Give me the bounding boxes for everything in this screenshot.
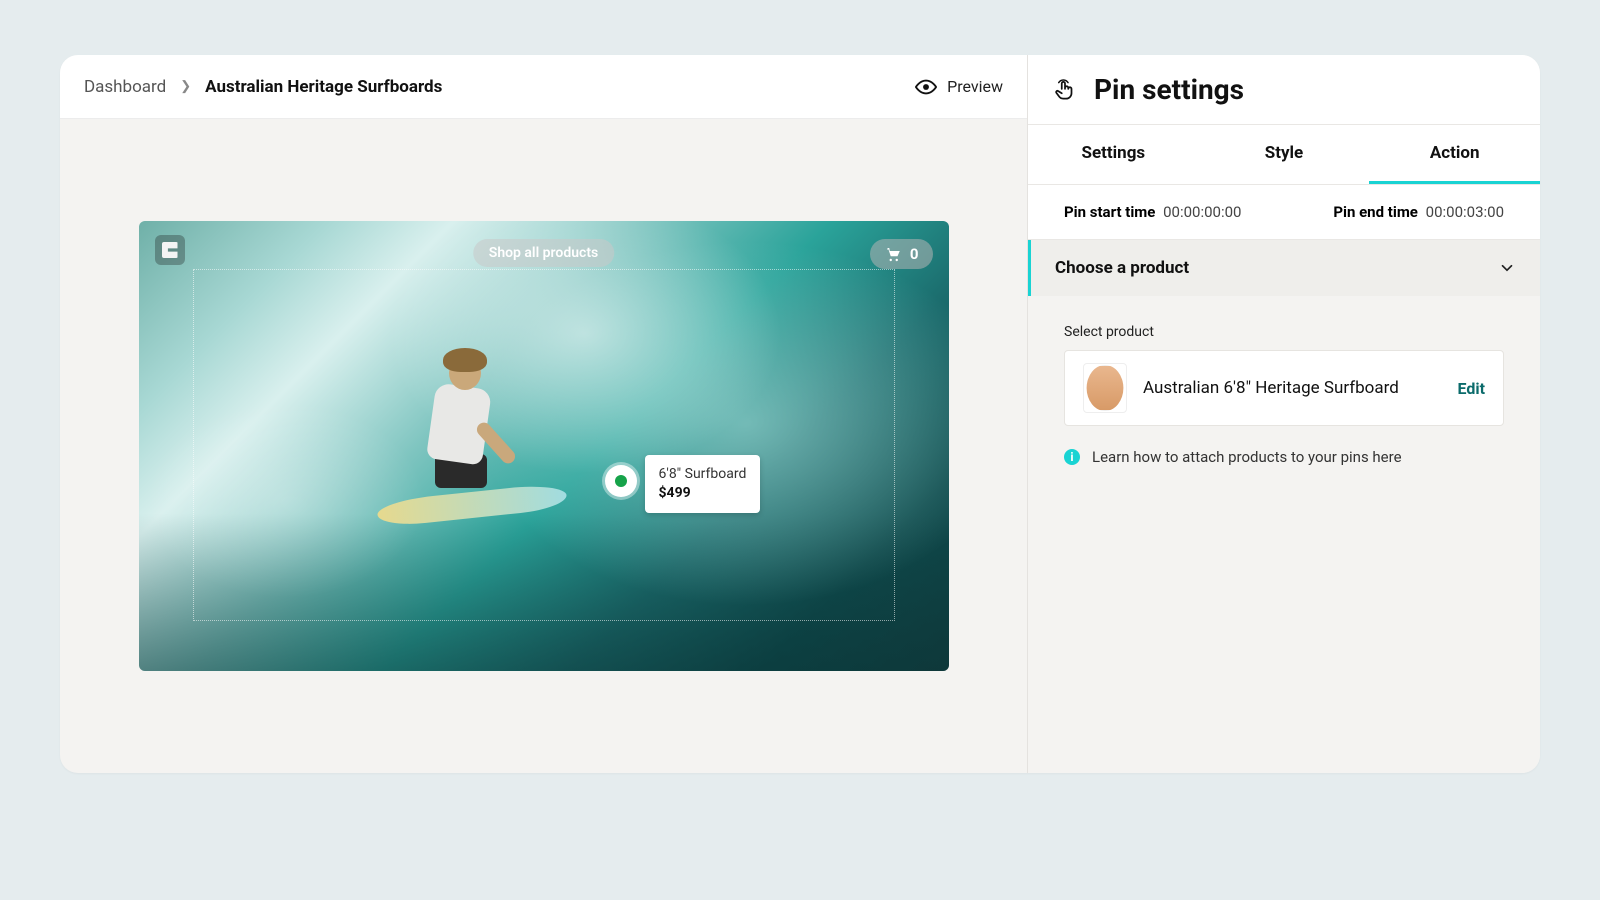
main-column: Dashboard ❯ Australian Heritage Surfboar… [60, 55, 1028, 773]
pin-start-label: Pin start time [1064, 203, 1155, 221]
shop-all-button[interactable]: Shop all products [473, 239, 614, 267]
accordion-title: Choose a product [1055, 258, 1189, 278]
product-name: Australian 6'8" Heritage Surfboard [1143, 378, 1441, 398]
app-window: Dashboard ❯ Australian Heritage Surfboar… [60, 55, 1540, 773]
choose-product-accordion[interactable]: Choose a product [1028, 240, 1540, 296]
pin-product-name: 6'8" Surfboard [659, 465, 747, 484]
tab-action[interactable]: Action [1369, 125, 1540, 184]
brand-logo-icon [155, 235, 185, 265]
breadcrumb-root[interactable]: Dashboard [84, 77, 166, 97]
pin-tooltip[interactable]: 6'8" Surfboard $499 [645, 455, 761, 513]
cart-button[interactable]: 0 [870, 239, 933, 269]
canvas-area: Shop all products 0 6'8" Surfboard $499 [60, 119, 1027, 773]
pin-marker[interactable] [605, 465, 637, 497]
panel-header: Pin settings [1028, 55, 1540, 125]
cart-count: 0 [910, 245, 919, 263]
hint-text: Learn how to attach products to your pin… [1092, 448, 1402, 466]
topbar: Dashboard ❯ Australian Heritage Surfboar… [60, 55, 1027, 119]
preview-button[interactable]: Preview [915, 76, 1003, 98]
panel-tabs: Settings Style Action [1028, 125, 1540, 185]
video-preview[interactable]: Shop all products 0 6'8" Surfboard $499 [139, 221, 949, 671]
chevron-down-icon [1498, 259, 1516, 277]
breadcrumb: Dashboard ❯ Australian Heritage Surfboar… [84, 77, 442, 97]
panel-title: Pin settings [1094, 73, 1244, 106]
breadcrumb-current: Australian Heritage Surfboards [205, 77, 442, 97]
selected-product-row[interactable]: Australian 6'8" Heritage Surfboard Edit [1064, 350, 1504, 426]
eye-icon [915, 76, 937, 98]
product-thumbnail [1083, 363, 1127, 413]
pin-end-value[interactable]: 00:00:03:00 [1426, 203, 1504, 221]
tab-settings[interactable]: Settings [1028, 125, 1199, 184]
select-product-label: Select product [1064, 324, 1504, 340]
chevron-right-icon: ❯ [180, 79, 191, 94]
video-background [139, 221, 949, 671]
accordion-body: Select product Australian 6'8" Heritage … [1028, 296, 1540, 466]
pin-product-price: $499 [659, 484, 747, 503]
edit-product-button[interactable]: Edit [1457, 379, 1485, 398]
hint-row[interactable]: i Learn how to attach products to your p… [1064, 448, 1504, 466]
pin-times: Pin start time 00:00:00:00 Pin end time … [1028, 185, 1540, 240]
video-subject [393, 342, 533, 532]
preview-label: Preview [947, 77, 1003, 96]
pin-end-label: Pin end time [1333, 203, 1418, 221]
tap-icon [1052, 77, 1078, 103]
side-panel: Pin settings Settings Style Action Pin s… [1028, 55, 1540, 773]
surfboard-icon [1085, 365, 1125, 411]
info-icon: i [1064, 449, 1080, 465]
pin-start-value[interactable]: 00:00:00:00 [1163, 203, 1241, 221]
tab-style[interactable]: Style [1199, 125, 1370, 184]
cart-icon [884, 245, 902, 263]
